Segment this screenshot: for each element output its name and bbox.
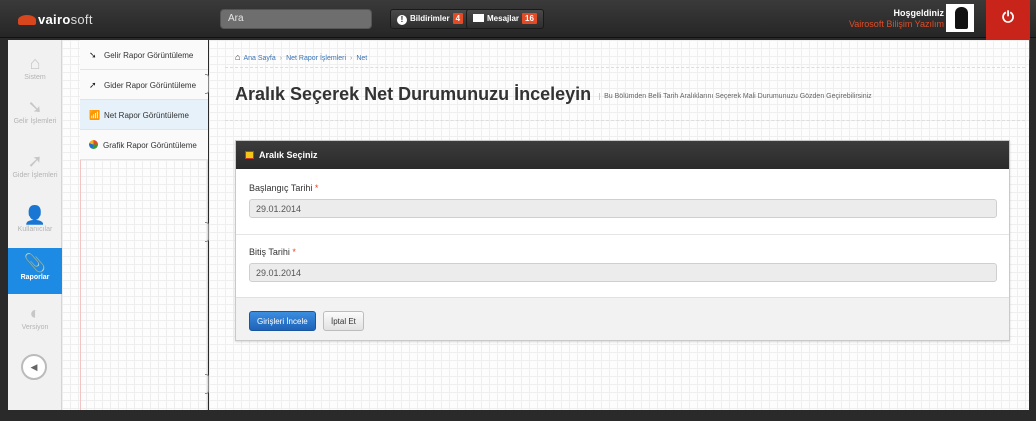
window-frame-bottom xyxy=(0,410,1036,421)
panel-title: Aralık Seçiniz xyxy=(259,150,318,160)
submenu-panel: ➘ Gelir Rapor Görüntüleme ➚ Gider Rapor Gö… xyxy=(62,40,208,410)
top-bar: vairosoft Ara ! Bildirimler 4 Mesajlar 16 H… xyxy=(0,0,1036,38)
chevron-left-icon: ◀ xyxy=(30,362,38,372)
sidebar-item-gelir[interactable]: ➘ Gelir İşlemleri xyxy=(8,96,62,142)
bar-chart-icon: 📶 xyxy=(89,110,101,120)
sidebar-item-raporlar[interactable]: 📎 Raporlar xyxy=(8,248,62,294)
date-range-panel: Aralık Seçiniz Başlangıç Tarihi * 29.01.… xyxy=(235,140,1010,341)
envelope-icon xyxy=(473,14,484,22)
sidebar-item-label: Gider İşlemleri xyxy=(12,172,58,179)
breadcrumb-item-net[interactable]: Net xyxy=(356,55,367,62)
divider xyxy=(225,67,1025,68)
info-icon: ! xyxy=(397,15,407,25)
income-arrow-icon: ➘ xyxy=(89,50,97,60)
home-icon[interactable]: ⌂ xyxy=(235,52,240,62)
icon-sidebar: ⌂ Sistem ➘ Gelir İşlemleri ➚ Gider İşlemler… xyxy=(8,40,62,410)
expense-arrow-icon: ➚ xyxy=(27,151,43,171)
add-user-icon: 👤 xyxy=(23,205,47,225)
start-date-label: Başlangıç Tarihi * xyxy=(249,183,997,193)
notifications-badge: 4 xyxy=(452,13,464,24)
sidebar-item-label: Raporlar xyxy=(20,274,50,281)
user-info[interactable]: Hoşgeldiniz Vairosoft Bilişim Yazılım xyxy=(849,8,944,30)
end-date-label: Bitiş Tarihi * xyxy=(249,247,997,257)
sidebar-item-label: Sistem xyxy=(24,74,46,81)
collapse-sidebar-button[interactable]: ◀ xyxy=(21,354,47,380)
cancel-button[interactable]: İptal Et xyxy=(323,311,364,331)
submenu-item-gider-rapor[interactable]: ➚ Gider Rapor Görüntüleme xyxy=(80,70,208,100)
sidebar-item-kullanicilar[interactable]: 👤 Kullanıcılar xyxy=(8,204,62,244)
required-mark: * xyxy=(314,183,319,193)
search-input[interactable]: Ara xyxy=(220,9,372,29)
logo-text-soft: soft xyxy=(70,12,93,27)
page-header: Aralık Seçerek Net Durumunuzu İnceleyin B… xyxy=(235,84,872,105)
review-entries-button[interactable]: Girişleri İncele xyxy=(249,311,316,331)
breadcrumb-separator: › xyxy=(279,55,283,62)
panel-header: Aralık Seçiniz xyxy=(236,141,1009,169)
income-arrow-icon: ➘ xyxy=(27,97,43,117)
expense-arrow-icon: ➚ xyxy=(89,80,97,90)
start-date-field: Başlangıç Tarihi * 29.01.2014 xyxy=(249,183,997,218)
logo-text: vairo xyxy=(38,12,71,27)
page-subtitle: Bu Bölümden Belli Tarih Aralıklarını Seç… xyxy=(599,93,872,100)
main-content: ⌂ Ana Sayfa › Net Rapor İşlemleri › Net Aralı… xyxy=(209,40,1029,410)
sidebar-item-versiyon[interactable]: ◐ Versiyon xyxy=(8,302,62,340)
submenu-item-label: Gider Rapor Görüntüleme xyxy=(104,81,197,90)
messages-button[interactable]: Mesajlar 16 xyxy=(466,9,544,29)
power-icon: ⏻ xyxy=(1002,9,1014,26)
toggle-icon: ◐ xyxy=(29,303,41,323)
sidebar-item-sistem[interactable]: ⌂ Sistem xyxy=(8,52,62,88)
divider xyxy=(225,120,1025,121)
end-date-label-text: Bitiş Tarihi xyxy=(249,247,290,257)
required-mark: * xyxy=(292,247,296,257)
submenu-item-label: Net Rapor Görüntüleme xyxy=(104,111,189,120)
paperclip-icon: 📎 xyxy=(23,253,47,273)
panel-actions: Girişleri İncele İptal Et xyxy=(236,297,1009,340)
breadcrumb-item-home[interactable]: Ana Sayfa xyxy=(243,55,275,62)
pie-chart-icon xyxy=(89,140,98,149)
sidebar-item-gider[interactable]: ➚ Gider İşlemleri xyxy=(8,150,62,196)
submenu-item-label: Gelir Rapor Görüntüleme xyxy=(104,51,194,60)
breadcrumb-separator: › xyxy=(350,55,353,62)
vairosoft-logo[interactable]: vairosoft xyxy=(18,12,93,27)
divider xyxy=(236,234,1009,235)
start-date-label-text: Başlangıç Tarihi xyxy=(249,183,313,193)
end-date-input[interactable]: 29.01.2014 xyxy=(249,263,997,282)
sidebar-item-label: Versiyon xyxy=(21,324,49,331)
notifications-button[interactable]: ! Bildirimler 4 xyxy=(390,9,471,29)
logo-mark-icon xyxy=(18,15,36,25)
submenu-item-gelir-rapor[interactable]: ➘ Gelir Rapor Görüntüleme xyxy=(80,40,208,70)
submenu-item-grafik-rapor[interactable]: Grafik Rapor Görüntüleme xyxy=(80,130,208,160)
page-title: Aralık Seçerek Net Durumunuzu İnceleyin xyxy=(235,84,592,104)
end-date-field: Bitiş Tarihi * 29.01.2014 xyxy=(249,247,997,282)
breadcrumb-item-net-rapor[interactable]: Net Rapor İşlemleri xyxy=(286,55,346,62)
avatar[interactable] xyxy=(946,4,974,32)
start-date-input[interactable]: 29.01.2014 xyxy=(249,199,997,218)
messages-badge: 16 xyxy=(522,13,537,24)
calendar-icon xyxy=(245,151,254,159)
messages-label: Mesajlar xyxy=(487,14,520,23)
greeting-text: Hoşgeldiniz xyxy=(893,8,944,18)
submenu-item-net-rapor[interactable]: 📶 Net Rapor Görüntüleme xyxy=(80,100,208,130)
submenu-item-label: Grafik Rapor Görüntüleme xyxy=(103,141,197,150)
home-icon: ⌂ xyxy=(29,53,41,73)
user-name: Vairosoft Bilişim Yazılım xyxy=(848,19,944,29)
notifications-label: Bildirimler xyxy=(410,14,450,23)
sidebar-item-label: Gelir İşlemleri xyxy=(13,118,57,125)
sidebar-item-label: Kullanıcılar xyxy=(17,226,53,233)
breadcrumb: ⌂ Ana Sayfa › Net Rapor İşlemleri › Net xyxy=(235,52,367,62)
